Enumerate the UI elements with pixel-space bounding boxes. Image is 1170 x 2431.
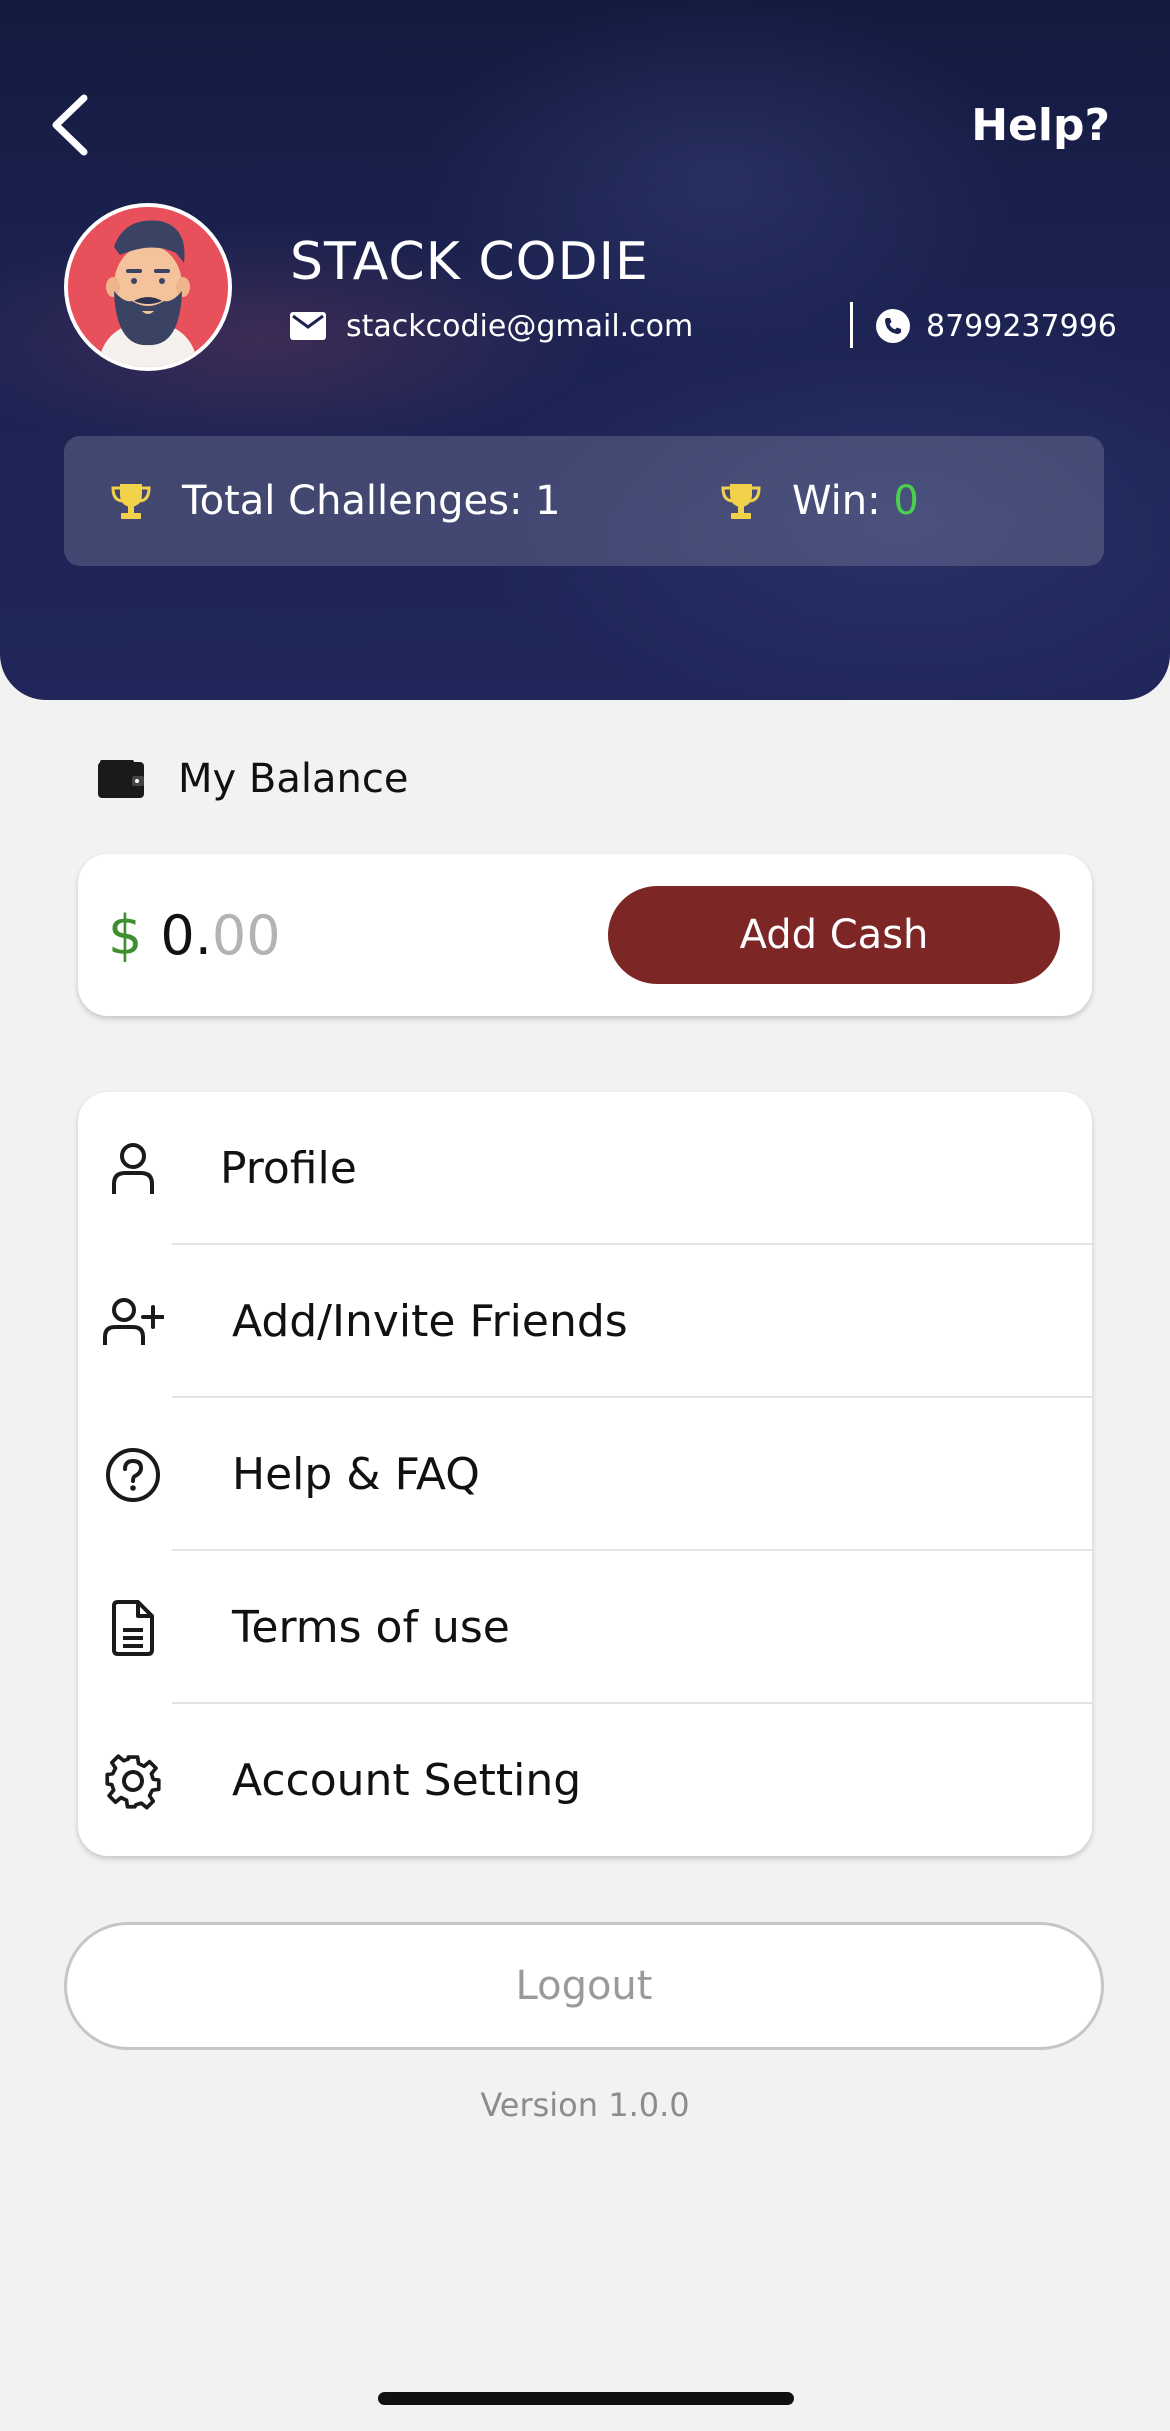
- document-icon: [112, 1600, 154, 1656]
- menu-item-label: Account Setting: [232, 1755, 582, 1806]
- gear-icon: [105, 1754, 161, 1810]
- amount-decimal: 00: [211, 903, 281, 967]
- email-row: stackcodie@gmail.com: [290, 306, 693, 346]
- menu-item-label: Add/Invite Friends: [232, 1296, 628, 1347]
- divider: [850, 302, 853, 348]
- home-indicator: [378, 2392, 794, 2405]
- profile-header: Help? STACK CODIE stackcodie@gmail.com 8…: [0, 0, 1170, 700]
- add-cash-button[interactable]: Add Cash: [608, 886, 1060, 984]
- balance-card: $ 0. 00 Add Cash: [78, 854, 1092, 1016]
- wallet-icon: [98, 760, 144, 798]
- back-button[interactable]: [40, 90, 100, 160]
- win-label: Win:: [792, 478, 894, 524]
- mail-icon: [290, 312, 326, 340]
- menu-item-terms-of-use[interactable]: Terms of use: [78, 1551, 1092, 1704]
- user-name: STACK CODIE: [290, 232, 649, 292]
- menu-item-label: Terms of use: [232, 1602, 510, 1653]
- avatar-icon: [68, 207, 228, 367]
- menu-item-label: Profile: [220, 1143, 357, 1194]
- chevron-left-icon: [52, 94, 88, 156]
- menu-item-add-invite-friends[interactable]: Add/Invite Friends: [78, 1245, 1092, 1398]
- user-phone: 8799237996: [926, 308, 1117, 344]
- currency-symbol: $: [108, 903, 143, 967]
- balance-amount: $ 0. 00: [108, 854, 281, 1016]
- user-plus-icon: [103, 1298, 164, 1345]
- balance-title-label: My Balance: [178, 756, 409, 802]
- avatar: [64, 203, 232, 371]
- logout-button[interactable]: Logout: [64, 1922, 1104, 2050]
- amount-integer: 0.: [160, 903, 212, 967]
- help-link[interactable]: Help?: [971, 100, 1110, 151]
- menu-item-profile[interactable]: Profile: [78, 1092, 1092, 1245]
- stats-box: Total Challenges: 1 Win: 0: [64, 436, 1104, 566]
- win-stat: Win: 0: [720, 436, 919, 566]
- phone-row: 8799237996: [876, 306, 1117, 346]
- user-icon: [112, 1143, 154, 1194]
- user-email: stackcodie@gmail.com: [346, 308, 694, 344]
- total-challenges-label: Total Challenges: 1: [182, 478, 561, 524]
- balance-title: My Balance: [98, 752, 408, 806]
- version-label: Version 1.0.0: [480, 2086, 690, 2124]
- trophy-icon: [111, 484, 151, 519]
- menu-card: Profile Add/Invite Friends Help & FAQ Te…: [78, 1092, 1092, 1856]
- win-value: 0: [893, 478, 919, 524]
- menu-item-account-setting[interactable]: Account Setting: [78, 1704, 1092, 1857]
- total-challenges-stat: Total Challenges: 1: [110, 436, 561, 566]
- phone-icon: [876, 309, 910, 343]
- trophy-icon: [721, 484, 761, 519]
- menu-item-label: Help & FAQ: [232, 1449, 480, 1500]
- menu-item-help-faq[interactable]: Help & FAQ: [78, 1398, 1092, 1551]
- question-circle-icon: [106, 1448, 160, 1502]
